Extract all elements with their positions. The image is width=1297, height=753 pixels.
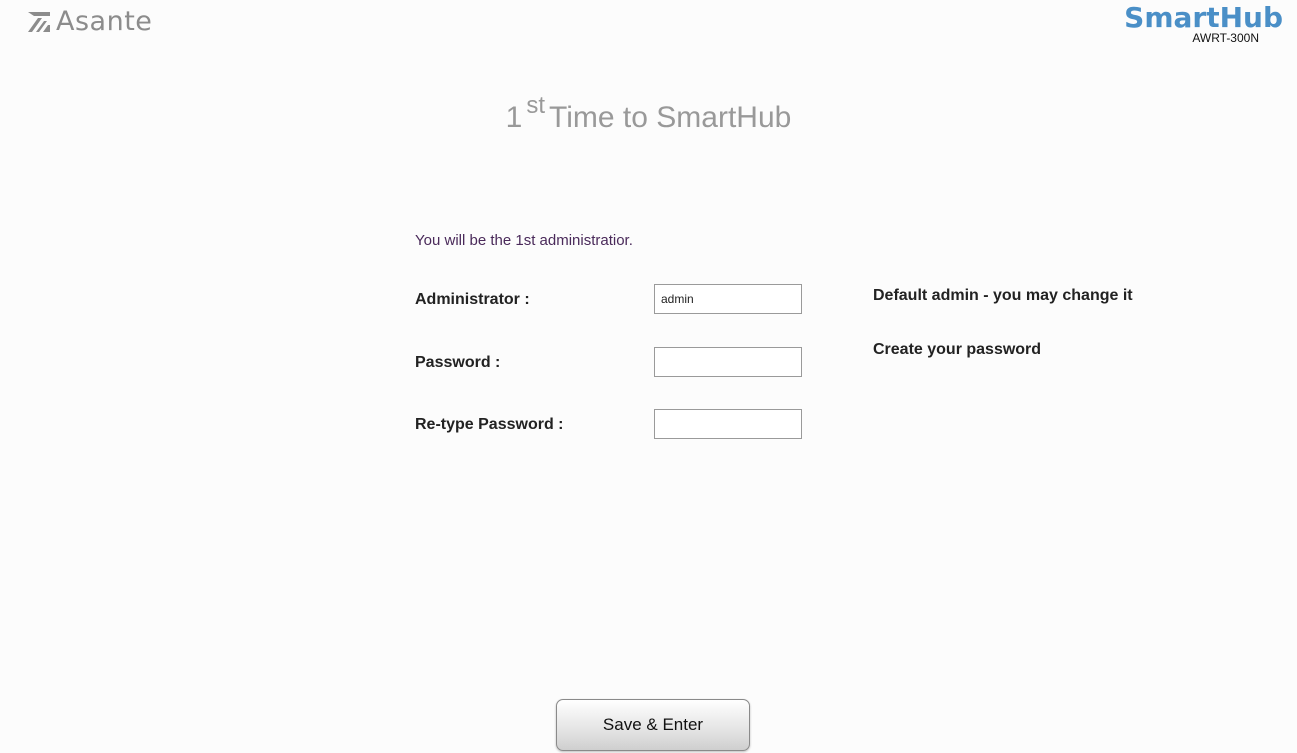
title-text: Time to SmartHub (549, 101, 792, 134)
smarthub-logo: SmartHub AWRT-300N (1124, 1, 1283, 45)
title-superscript: st (526, 92, 546, 119)
asante-logo-icon (28, 11, 50, 32)
administrator-hint: Default admin - you may change it (873, 287, 1133, 304)
administrator-input[interactable] (654, 284, 802, 314)
setup-page: Asante SmartHub AWRT-300N 1st Time to Sma… (0, 0, 1297, 753)
password-label: Password : (415, 354, 501, 371)
brand-name: Asante (56, 6, 153, 37)
password-input[interactable] (654, 347, 802, 377)
retype-password-input[interactable] (654, 409, 802, 439)
retype-password-label: Re-type Password : (415, 416, 564, 433)
password-hint: Create your password (873, 341, 1042, 358)
page-title: 1st Time to SmartHub (0, 92, 1297, 135)
title-number: 1 (505, 101, 523, 134)
asante-logo: Asante (28, 6, 152, 37)
administrator-label: Administrator : (415, 291, 530, 308)
save-enter-button[interactable]: Save & Enter (556, 699, 750, 751)
intro-text: You will be the 1st administratior. (415, 232, 633, 249)
product-name: SmartHub (1124, 1, 1283, 34)
